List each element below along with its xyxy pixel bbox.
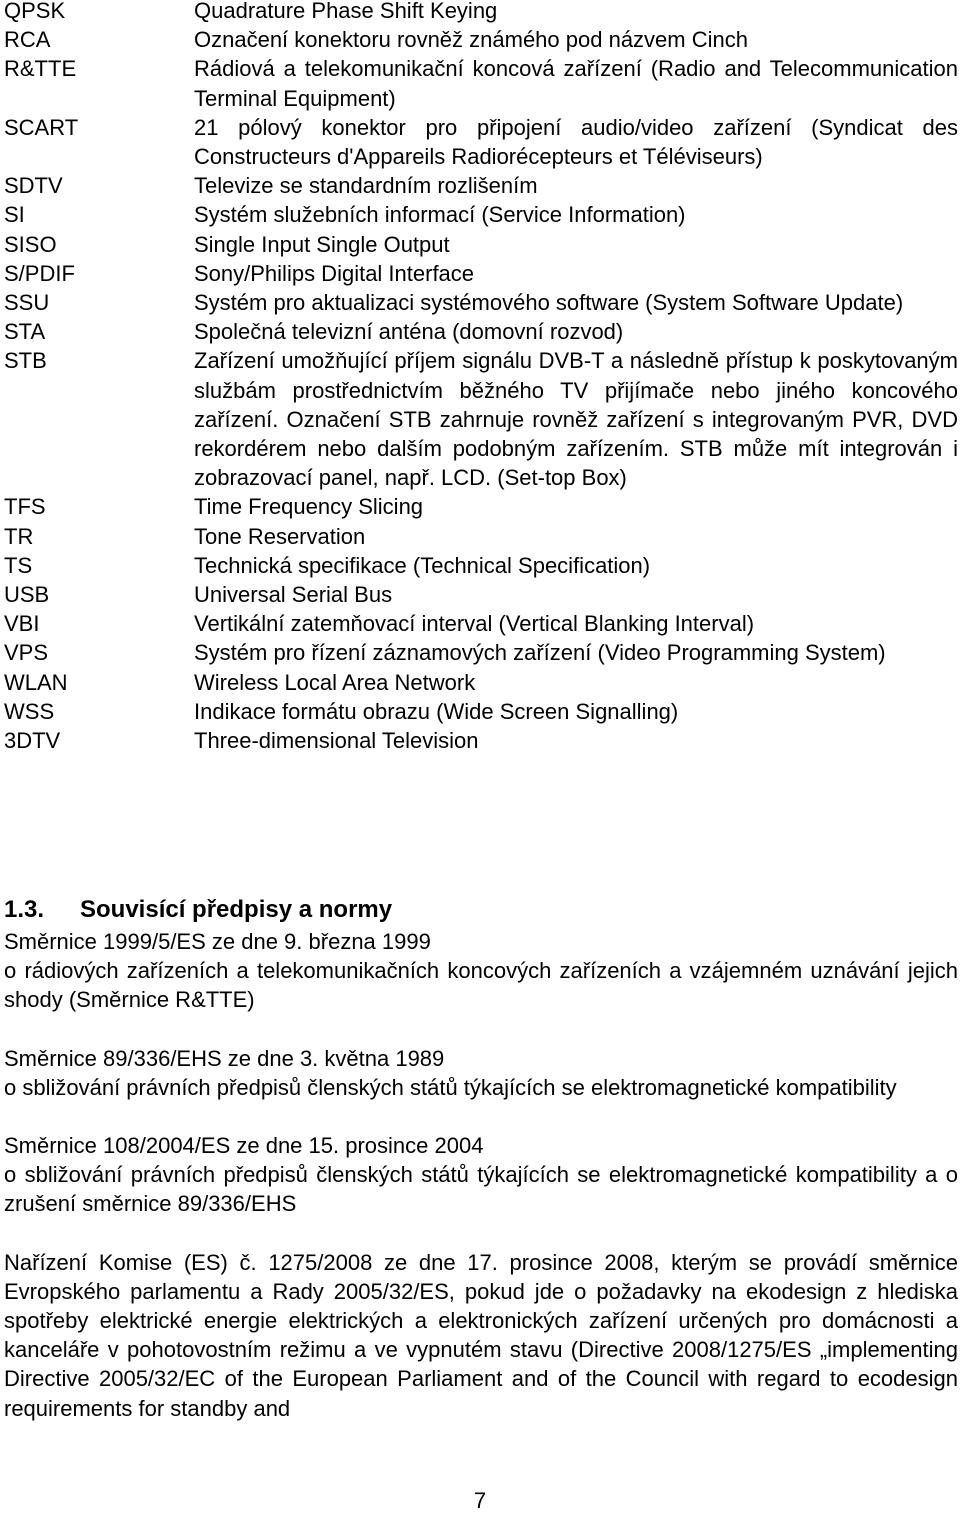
glossary-definition: 21 pólový konektor pro připojení audio/v… xyxy=(194,114,958,170)
glossary-row: SCART 21 pólový konektor pro připojení au… xyxy=(4,113,960,171)
glossary-row: USB Universal Serial Bus xyxy=(4,580,960,609)
glossary-definition: Společná televizní anténa (domovní rozvo… xyxy=(194,319,624,345)
glossary-abbreviation: WSS xyxy=(4,698,55,724)
glossary-definition: Systém pro řízení záznamových zařízení (… xyxy=(194,640,886,666)
section-number: 1.3. xyxy=(4,896,45,923)
reference-body: o sbližování právních předpisů členských… xyxy=(4,1074,897,1100)
glossary-row: RCA Označení konektoru rovněž známého pod… xyxy=(4,25,960,54)
glossary-row: S/PDIF Sony/Philips Digital Interface xyxy=(4,259,960,288)
glossary-row: STB Zařízení umožňující příjem signálu DV… xyxy=(4,346,960,492)
glossary-row: WLAN Wireless Local Area Network xyxy=(4,668,960,697)
glossary-row: SDTV Televize se standardním rozlišením xyxy=(4,171,960,200)
glossary-definition: Universal Serial Bus xyxy=(194,582,393,608)
glossary-definition: Time Frequency Slicing xyxy=(194,494,424,520)
document-page: QPSK Quadrature Phase Shift Keying RCA Ozna… xyxy=(0,0,960,1513)
glossary-row: QPSK Quadrature Phase Shift Keying xyxy=(4,0,960,25)
abbreviation-glossary: QPSK Quadrature Phase Shift Keying RCA Ozna… xyxy=(4,0,960,755)
glossary-definition: Zařízení umožňující příjem signálu DVB-T… xyxy=(194,348,958,491)
glossary-row: VBI Vertikální zatemňovací interval (Vert… xyxy=(4,609,960,638)
glossary-row: VPS Systém pro řízení záznamových zařízen… xyxy=(4,638,960,667)
reference-body: o rádiových zařízeních a telekomunikační… xyxy=(4,958,958,1013)
glossary-abbreviation: 3DTV xyxy=(4,728,61,754)
glossary-definition: Sony/Philips Digital Interface xyxy=(194,260,475,286)
glossary-definition: Televize se standardním rozlišením xyxy=(194,173,538,199)
glossary-abbreviation: SCART xyxy=(4,114,79,140)
glossary-definition: Systém služebních informací (Service Inf… xyxy=(194,202,686,228)
glossary-definition: Indikace formátu obrazu (Wide Screen Sig… xyxy=(194,698,679,724)
glossary-row: WSS Indikace formátu obrazu (Wide Screen … xyxy=(4,697,960,726)
glossary-row: TS Technická specifikace (Technical Speci… xyxy=(4,551,960,580)
glossary-abbreviation: STB xyxy=(4,348,47,374)
glossary-definition: Quadrature Phase Shift Keying xyxy=(194,0,498,23)
glossary-definition: Rádiová a telekomunikační koncová zaříze… xyxy=(194,56,958,111)
glossary-row: SSU Systém pro aktualizaci systémového so… xyxy=(4,288,960,317)
glossary-row: 3DTV Three-dimensional Television xyxy=(4,726,960,755)
reference-title: Směrnice 108/2004/ES ze dne 15. prosince… xyxy=(4,1133,484,1159)
glossary-abbreviation: VPS xyxy=(4,640,49,666)
glossary-abbreviation: SDTV xyxy=(4,173,63,199)
glossary-abbreviation: TR xyxy=(4,523,34,549)
glossary-row: TFS Time Frequency Slicing xyxy=(4,492,960,521)
glossary-row: TR Tone Reservation xyxy=(4,522,960,551)
glossary-abbreviation: STA xyxy=(4,319,46,345)
section-heading: 1.3. Souvisící předpisy a normy xyxy=(4,893,960,927)
glossary-abbreviation: SISO xyxy=(4,231,57,257)
reference-title: Směrnice 89/336/EHS ze dne 3. května 198… xyxy=(4,1045,445,1071)
glossary-abbreviation: VBI xyxy=(4,611,40,637)
glossary-definition: Systém pro aktualizaci systémového softw… xyxy=(194,290,904,316)
section-title: Souvisící předpisy a normy xyxy=(80,896,393,923)
reference-item: Směrnice 89/336/EHS ze dne 3. května 198… xyxy=(4,1044,960,1102)
glossary-row: SISO Single Input Single Output xyxy=(4,230,960,259)
reference-item: Směrnice 108/2004/ES ze dne 15. prosince… xyxy=(4,1131,960,1219)
glossary-abbreviation: RCA xyxy=(4,27,51,53)
glossary-row: R&TTE Rádiová a telekomunikační koncová z… xyxy=(4,54,960,112)
glossary-definition: Technická specifikace (Technical Specifi… xyxy=(194,552,651,578)
glossary-abbreviation: WLAN xyxy=(4,669,68,695)
glossary-abbreviation: S/PDIF xyxy=(4,260,75,286)
glossary-abbreviation: QPSK xyxy=(4,0,66,23)
reference-item: Směrnice 1999/5/ES ze dne 9. března 1999… xyxy=(4,927,960,1015)
related-regulations-section: 1.3. Souvisící předpisy a normy Směrnice… xyxy=(4,893,960,1452)
reference-body: Nařízení Komise (ES) č. 1275/2008 ze dne… xyxy=(4,1249,958,1421)
glossary-definition: Wireless Local Area Network xyxy=(194,669,476,695)
glossary-definition: Tone Reservation xyxy=(194,523,366,549)
reference-body: o sbližování právních předpisů členských… xyxy=(4,1162,958,1217)
glossary-row: SI Systém služebních informací (Service I… xyxy=(4,200,960,229)
reference-title: Směrnice 1999/5/ES ze dne 9. března 1999 xyxy=(4,929,431,954)
glossary-abbreviation: SSU xyxy=(4,290,50,316)
glossary-row: STA Společná televizní anténa (domovní ro… xyxy=(4,317,960,346)
glossary-abbreviation: USB xyxy=(4,582,50,608)
glossary-definition: Vertikální zatemňovací interval (Vertica… xyxy=(194,611,755,637)
glossary-abbreviation: SI xyxy=(4,202,25,228)
glossary-abbreviation: TS xyxy=(4,552,33,578)
glossary-definition: Označení konektoru rovněž známého pod ná… xyxy=(194,27,748,53)
glossary-abbreviation: TFS xyxy=(4,494,46,520)
glossary-definition: Three-dimensional Television xyxy=(194,728,479,754)
glossary-abbreviation: R&TTE xyxy=(4,56,77,82)
glossary-definition: Single Input Single Output xyxy=(194,231,450,257)
reference-item: Nařízení Komise (ES) č. 1275/2008 ze dne… xyxy=(4,1248,960,1423)
